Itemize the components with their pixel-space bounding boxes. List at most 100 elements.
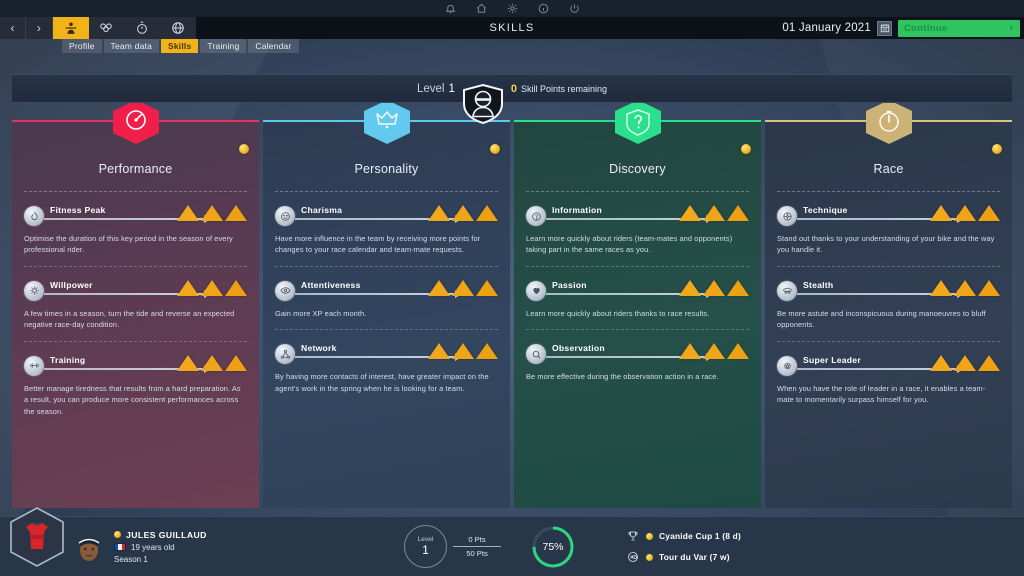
skill-name: Charisma bbox=[301, 205, 343, 215]
trophy-icon bbox=[625, 529, 640, 544]
coin-icon bbox=[646, 532, 653, 540]
skill-row: Observation bbox=[526, 343, 749, 365]
game-date: 01 January 2021 bbox=[782, 22, 871, 34]
rider-age-row: 19 years old bbox=[114, 543, 294, 552]
skill-separator bbox=[24, 340, 247, 342]
team-icon[interactable] bbox=[89, 17, 125, 39]
skill-description: Be more astute and inconspicuous during … bbox=[777, 308, 986, 330]
skill-description: Optimise the duration of this key period… bbox=[24, 234, 233, 255]
skill-row: Willpower bbox=[24, 279, 247, 302]
gear-icon[interactable] bbox=[506, 2, 519, 15]
rider-icon[interactable] bbox=[52, 17, 89, 39]
chevron-2 bbox=[703, 205, 725, 221]
skill-willpower[interactable]: Willpower A few times in a season, turn … bbox=[24, 279, 247, 342]
skill-name: Attentiveness bbox=[301, 279, 361, 290]
calendar-icon[interactable] bbox=[877, 20, 892, 36]
skill-category-personality: Personality Charisma Have more influence… bbox=[263, 100, 510, 508]
skill-stealth[interactable]: Stealth Be more astute and inconspicuous… bbox=[777, 279, 1000, 342]
chevron-3 bbox=[727, 205, 749, 221]
chevron-3 bbox=[476, 205, 498, 221]
skill-super-leader[interactable]: Super Leader When you have the role of l… bbox=[777, 354, 1000, 406]
stealth-icon bbox=[777, 280, 797, 301]
tab-team-data[interactable]: Team data bbox=[103, 39, 159, 53]
jersey-hex-icon[interactable] bbox=[8, 507, 66, 571]
bike-wheel-icon bbox=[777, 206, 797, 226]
question-circle-icon bbox=[526, 206, 546, 226]
skill-training[interactable]: Training Better manage tiredness that re… bbox=[24, 354, 247, 417]
chevron-2 bbox=[954, 354, 976, 371]
race-item[interactable]: Cyanide Cup 1 (8 d) bbox=[625, 529, 741, 544]
power-icon[interactable] bbox=[568, 2, 581, 15]
skill-description: When you have the role of leader in a ra… bbox=[777, 383, 986, 405]
chevron-2 bbox=[201, 354, 223, 371]
tab-profile[interactable]: Profile bbox=[62, 39, 102, 53]
hd-icon bbox=[625, 550, 640, 565]
nav-forward-button[interactable]: › bbox=[26, 17, 52, 39]
continue-button[interactable]: Continue › bbox=[898, 19, 1020, 37]
chevron-3 bbox=[225, 205, 247, 221]
skill-network[interactable]: Network By having more contacts of inter… bbox=[275, 343, 498, 394]
bottom-bar-inner: JULES GUILLAUD 19 years old Season 1 Lev… bbox=[0, 507, 1024, 576]
chevron-3 bbox=[978, 354, 1000, 371]
rider-info: JULES GUILLAUD 19 years old Season 1 bbox=[114, 530, 294, 564]
top-icon-strip bbox=[0, 0, 1024, 17]
network-icon bbox=[275, 344, 295, 365]
coin-icon bbox=[114, 531, 121, 538]
chevron-3 bbox=[225, 354, 247, 371]
info-icon[interactable] bbox=[537, 2, 550, 15]
tab-calendar[interactable]: Calendar bbox=[248, 39, 299, 53]
bell-icon[interactable] bbox=[444, 2, 457, 15]
points-divider bbox=[453, 546, 501, 547]
skill-level-chevrons bbox=[428, 279, 498, 296]
skill-separator bbox=[777, 265, 1000, 267]
skill-technique[interactable]: Technique Stand out thanks to your under… bbox=[777, 205, 1000, 267]
skill-category-discovery: Discovery Information Learn more quickly… bbox=[514, 100, 761, 508]
skill-row: Super Leader bbox=[777, 354, 1000, 377]
globe-icon[interactable] bbox=[160, 17, 196, 39]
chevron-1 bbox=[679, 279, 701, 296]
tab-skills[interactable]: Skills bbox=[161, 39, 199, 53]
rider-shield-badge-icon bbox=[461, 83, 505, 124]
stopwatch-icon[interactable] bbox=[124, 17, 160, 39]
skill-name: Information bbox=[552, 205, 603, 215]
category-divider bbox=[24, 191, 247, 192]
stopwatch-icon bbox=[864, 100, 914, 144]
skill-row: Passion bbox=[526, 279, 749, 302]
smiley-icon bbox=[275, 206, 295, 226]
skill-fitness-peak[interactable]: Fitness Peak Optimise the duration of th… bbox=[24, 205, 247, 267]
france-flag-icon bbox=[114, 543, 126, 551]
skill-row: Technique bbox=[777, 205, 1000, 227]
skill-level-chevrons bbox=[428, 205, 498, 221]
eye-icon bbox=[275, 280, 295, 301]
medal-icon bbox=[777, 355, 797, 376]
nav-back-button[interactable]: ‹ bbox=[0, 17, 26, 39]
skill-charisma[interactable]: Charisma Have more influence in the team… bbox=[275, 205, 498, 267]
tab-training[interactable]: Training bbox=[200, 39, 247, 53]
skill-level-chevrons bbox=[679, 205, 749, 221]
skill-passion[interactable]: Passion Learn more quickly about riders … bbox=[526, 279, 749, 331]
skill-category-race: Race Technique Stand out thanks to your … bbox=[765, 100, 1012, 508]
skill-description: Gain more XP each month. bbox=[275, 308, 367, 318]
category-divider bbox=[777, 191, 1000, 192]
coin-icon bbox=[490, 144, 500, 154]
avatar[interactable] bbox=[72, 528, 106, 566]
speedometer-icon bbox=[111, 100, 161, 144]
home-icon[interactable] bbox=[475, 2, 488, 15]
skill-name: Technique bbox=[803, 205, 848, 215]
skill-information[interactable]: Information Learn more quickly about rid… bbox=[526, 205, 749, 267]
skill-separator bbox=[526, 329, 749, 331]
chevron-1 bbox=[930, 205, 952, 221]
coin-icon bbox=[239, 144, 249, 154]
skill-description: Learn more quickly about riders (team-ma… bbox=[526, 234, 733, 255]
chevron-1 bbox=[679, 343, 701, 360]
level-circle-value: 1 bbox=[422, 542, 429, 557]
skill-points-value: 0 bbox=[510, 82, 517, 95]
race-item[interactable]: Tour du Var (7 w) bbox=[625, 550, 741, 565]
category-title: Personality bbox=[354, 162, 419, 176]
skill-observation[interactable]: Observation Be more effective during the… bbox=[526, 343, 749, 382]
skill-separator bbox=[777, 340, 1000, 342]
skill-description: Stand out thanks to your understanding o… bbox=[777, 234, 995, 255]
season-label: Season 1 bbox=[114, 554, 148, 564]
skill-attentiveness[interactable]: Attentiveness Gain more XP each month. bbox=[275, 279, 498, 331]
skill-separator bbox=[275, 329, 498, 331]
